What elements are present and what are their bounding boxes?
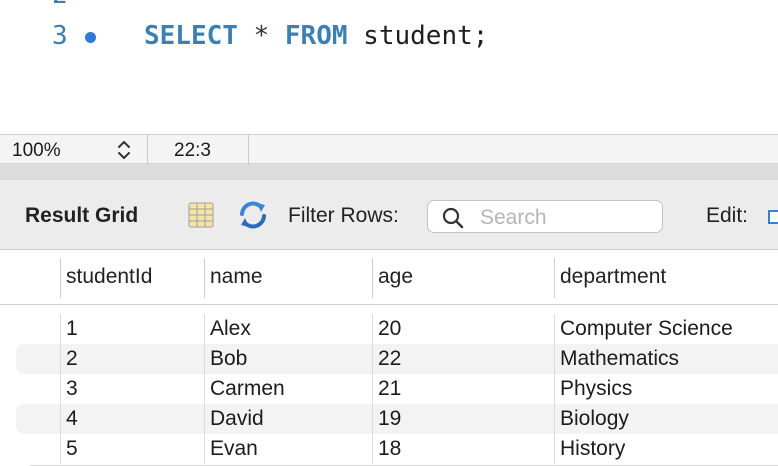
grid-header: studentId name age department — [0, 250, 778, 305]
table-row[interactable]: 1 Alex 20 Computer Science — [0, 314, 778, 344]
result-grid-label[interactable]: Result Grid — [25, 204, 138, 228]
cell-studentid[interactable]: 1 — [66, 317, 78, 341]
cell-separator — [372, 404, 373, 434]
cell-department[interactable]: Mathematics — [560, 347, 679, 371]
cell-name[interactable]: Carmen — [210, 377, 285, 401]
column-separator[interactable] — [554, 258, 555, 298]
cell-separator — [60, 314, 61, 344]
keyword-select: SELECT — [144, 21, 238, 51]
cell-age[interactable]: 18 — [378, 437, 401, 461]
filter-rows-label: Filter Rows: — [288, 204, 399, 227]
column-header-department[interactable]: department — [560, 265, 666, 289]
cell-separator — [204, 434, 205, 464]
cell-separator — [60, 344, 61, 374]
cell-separator — [372, 434, 373, 464]
cell-studentid[interactable]: 5 — [66, 437, 78, 461]
search-placeholder: Search — [480, 206, 547, 229]
cell-separator — [60, 404, 61, 434]
cell-department[interactable]: Biology — [560, 407, 629, 431]
cell-separator — [372, 344, 373, 374]
cell-age[interactable]: 22 — [378, 347, 401, 371]
line-number: 3 — [52, 21, 68, 51]
code-line[interactable]: SELECT * FROM student; — [144, 21, 488, 51]
cell-separator — [554, 344, 555, 374]
keyword-from: FROM — [284, 21, 348, 51]
column-separator[interactable] — [372, 258, 373, 298]
zoom-value: 100% — [12, 140, 61, 161]
operator-star: * — [253, 21, 270, 51]
zoom-selector[interactable]: 100% — [0, 135, 148, 164]
cell-separator — [60, 374, 61, 404]
cell-name[interactable]: David — [210, 407, 264, 431]
cell-age[interactable]: 20 — [378, 317, 401, 341]
column-header-name[interactable]: name — [210, 265, 263, 289]
table-row[interactable]: 2 Bob 22 Mathematics — [0, 344, 778, 374]
cell-age[interactable]: 21 — [378, 377, 401, 401]
result-grid: studentId name age department 1 Alex 20 … — [0, 250, 778, 466]
stepper-icon[interactable] — [114, 138, 134, 162]
cell-separator — [554, 374, 555, 404]
result-toolbar: Result Grid Filter Rows: Search Edit: — [0, 180, 778, 250]
cell-department[interactable]: Physics — [560, 377, 632, 401]
cell-studentid[interactable]: 3 — [66, 377, 78, 401]
cell-separator — [204, 374, 205, 404]
edit-icon[interactable] — [768, 210, 778, 224]
line-number: 2 — [52, 0, 68, 10]
search-icon — [442, 207, 464, 229]
column-separator[interactable] — [204, 258, 205, 298]
cell-studentid[interactable]: 2 — [66, 347, 78, 371]
table-row[interactable]: 3 Carmen 21 Physics — [0, 374, 778, 404]
cell-studentid[interactable]: 4 — [66, 407, 78, 431]
column-header-studentid[interactable]: studentId — [66, 265, 152, 289]
cell-department[interactable]: History — [560, 437, 625, 461]
grid-view-icon[interactable] — [188, 202, 214, 228]
cell-department[interactable]: Computer Science — [560, 317, 733, 341]
cell-age[interactable]: 19 — [378, 407, 401, 431]
cell-separator — [204, 344, 205, 374]
cell-name[interactable]: Evan — [210, 437, 258, 461]
editor-status-bar: 100% 22:3 — [0, 134, 778, 164]
cell-separator — [554, 434, 555, 464]
cell-separator — [372, 374, 373, 404]
cell-separator — [204, 404, 205, 434]
table-row[interactable]: 4 David 19 Biology — [0, 404, 778, 434]
cell-separator — [372, 314, 373, 344]
cursor-position-value: 22:3 — [174, 140, 211, 161]
cell-separator — [554, 404, 555, 434]
current-line-dot-icon[interactable] — [85, 32, 96, 43]
column-header-age[interactable]: age — [378, 265, 413, 289]
cell-name[interactable]: Alex — [210, 317, 251, 341]
column-separator[interactable] — [60, 258, 61, 298]
cell-separator — [60, 434, 61, 464]
cursor-position: 22:3 — [148, 135, 249, 164]
table-row[interactable]: 5 Evan 18 History — [0, 434, 778, 464]
table-identifier: student; — [363, 21, 489, 51]
cell-separator — [554, 314, 555, 344]
sql-editor[interactable]: 2 3 SELECT * FROM student; — [0, 0, 778, 134]
refresh-icon[interactable] — [236, 200, 270, 230]
filter-search-input[interactable]: Search — [427, 200, 663, 233]
panel-splitter[interactable] — [0, 164, 778, 180]
edit-label: Edit: — [706, 204, 749, 227]
cell-name[interactable]: Bob — [210, 347, 247, 371]
cell-separator — [204, 314, 205, 344]
